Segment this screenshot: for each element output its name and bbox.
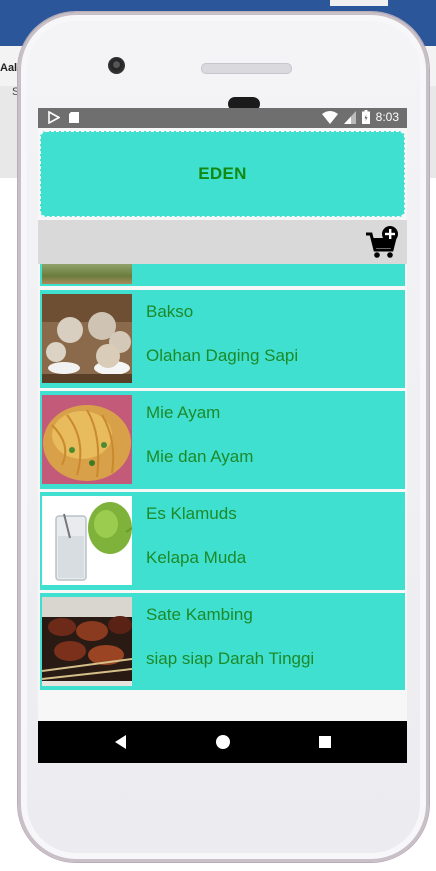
item-description: siap siap Darah Tinggi (146, 649, 315, 668)
battery-icon (361, 110, 370, 124)
mie-ayam-image (42, 395, 132, 484)
back-icon[interactable] (110, 731, 132, 753)
toolbar (38, 220, 407, 264)
item-description: Mie dan Ayam (146, 447, 254, 466)
item-description: Kelapa Muda (146, 548, 247, 567)
play-store-icon (48, 111, 60, 124)
sd-card-icon (69, 112, 79, 123)
list-item-sate-kambing[interactable]: Sate Kambing siap siap Darah Tinggi (40, 593, 405, 690)
signal-icon (343, 110, 356, 124)
add-to-cart-icon[interactable] (365, 226, 399, 260)
list-item-partial[interactable] (40, 264, 405, 286)
bakso-image (42, 294, 132, 383)
app-title: EDEN (198, 164, 247, 183)
list-item-bakso[interactable]: Bakso Olahan Daging Sapi (40, 290, 405, 388)
list-item-mie-ayam[interactable]: Mie Ayam Mie dan Ayam (40, 391, 405, 489)
item-name: Bakso (146, 302, 194, 321)
item-name: Es Klamuds (146, 504, 237, 523)
app-screen: 8:03 EDEN Bakso Olahan Daging Sapi Mie A… (38, 108, 407, 763)
item-description: Olahan Daging Sapi (146, 346, 299, 365)
desktop-text-fragment: Aal (0, 62, 18, 74)
item-thumbnail (42, 264, 132, 284)
front-camera (108, 57, 125, 74)
desktop-window-button (330, 0, 388, 6)
home-icon[interactable] (212, 731, 234, 753)
item-name: Mie Ayam (146, 403, 221, 422)
status-bar: 8:03 (38, 108, 407, 128)
recents-icon[interactable] (314, 731, 336, 753)
header-banner: EDEN (40, 131, 405, 217)
item-name: Sate Kambing (146, 605, 253, 624)
sate-kambing-image (42, 597, 132, 686)
list-item-es-klamuds[interactable]: Es Klamuds Kelapa Muda (40, 492, 405, 590)
earpiece-speaker (201, 63, 292, 74)
menu-list[interactable]: Bakso Olahan Daging Sapi Mie Ayam Mie da… (38, 264, 407, 690)
navigation-bar (38, 721, 407, 763)
es-klamuds-image (42, 496, 132, 585)
status-time: 8:03 (375, 110, 399, 124)
wifi-icon (321, 110, 338, 124)
